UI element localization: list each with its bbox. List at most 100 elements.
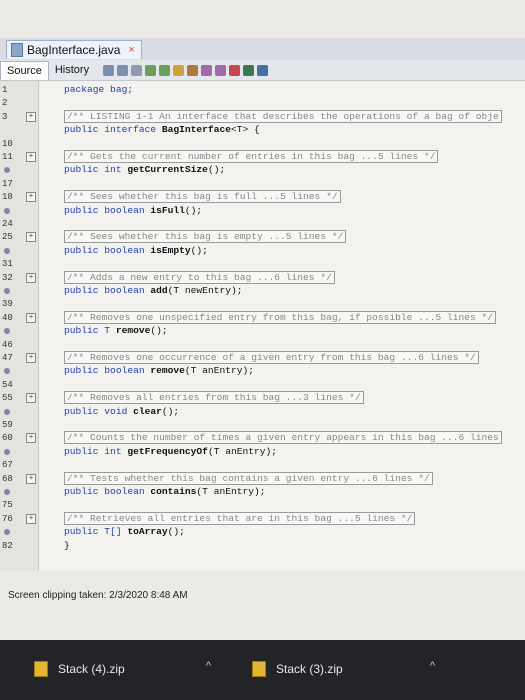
find-previous-icon[interactable] [145, 64, 157, 76]
code-token: public boolean [64, 486, 151, 497]
fold-toggle-icon[interactable]: + [26, 353, 36, 363]
code-line: public boolean remove(T anEntry); [0, 364, 525, 378]
line-number: 40 [2, 312, 13, 323]
back-icon[interactable] [103, 64, 115, 76]
line-number: 60 [2, 433, 13, 444]
implements-marker-icon [4, 288, 10, 294]
code-text: /** Removes one unspecified entry from t… [64, 310, 497, 325]
code-line: 40 + /** Removes one unspecified entry fro… [0, 310, 525, 325]
fold-toggle-icon[interactable]: + [26, 393, 36, 404]
code-token: (); [167, 526, 185, 538]
close-icon[interactable]: × [128, 44, 134, 56]
comment-icon[interactable] [257, 64, 269, 76]
clipping-caption: Screen clipping taken: 2/3/2020 8:48 AM [8, 590, 188, 601]
code-line: 39 [0, 297, 525, 311]
find-next-icon[interactable] [159, 64, 171, 76]
line-number: 18 [2, 192, 13, 203]
folded-comment[interactable]: /** Tests whether this bag contains a gi… [64, 471, 433, 485]
folded-comment[interactable]: /** Removes one unspecified entry from t… [64, 310, 497, 324]
code-line: public void clear(); [0, 405, 525, 419]
line-number: 55 [2, 393, 13, 404]
file-tab-title: BagInterface.java [27, 43, 121, 57]
line-number: 3 [2, 111, 8, 122]
code-line: 10 [0, 137, 525, 151]
tab-source[interactable]: Source [0, 60, 49, 80]
folded-comment[interactable]: /** Removes one occurrence of a given en… [64, 351, 479, 364]
folded-comment[interactable]: /** Counts the number of times a given e… [64, 431, 502, 445]
find-icon[interactable] [131, 64, 143, 76]
code-text: public int getFrequencyOf(T anEntry); [64, 445, 277, 459]
fold-toggle-icon[interactable]: + [26, 513, 36, 524]
line-number: 67 [2, 460, 13, 471]
implements-marker-icon [4, 207, 10, 214]
tab-history[interactable]: History [49, 61, 95, 79]
code-token: (); [207, 164, 226, 176]
fold-toggle-icon[interactable]: + [26, 473, 36, 484]
taskbar-item-label: Stack (3).zip [276, 662, 343, 676]
fold-toggle-icon[interactable]: + [26, 192, 36, 203]
chevron-up-icon[interactable]: ^ [206, 660, 211, 672]
code-token: (); [190, 244, 208, 256]
code-token: public boolean [64, 365, 151, 377]
implements-marker-icon [4, 489, 10, 495]
line-number: 24 [2, 219, 13, 229]
code-text: /** Sees whether this bag is empty ...5 … [64, 230, 347, 244]
code-text: public boolean isFull(); [64, 204, 202, 218]
code-line: 59 [0, 418, 525, 432]
forward-icon[interactable] [117, 64, 129, 76]
line-number: 1 [2, 85, 8, 95]
toolbar-icons [103, 64, 269, 76]
code-line: 2 [0, 96, 525, 110]
toggle-highlight-icon[interactable] [173, 64, 185, 76]
fold-toggle-icon[interactable]: + [26, 433, 36, 444]
code-token: public T [64, 325, 116, 337]
code-line: public boolean isFull(); [0, 204, 525, 218]
line-number: 59 [2, 420, 13, 430]
folded-comment[interactable]: /** Sees whether this bag is full ...5 l… [64, 190, 341, 204]
implements-marker-icon [4, 529, 10, 536]
code-line: public int getCurrentSize(); [0, 163, 525, 177]
chevron-up-icon[interactable]: ^ [430, 660, 435, 672]
code-token: public int [64, 164, 128, 176]
code-line: public T remove(); [0, 324, 525, 338]
editor-tab-bar: BagInterface.java × [0, 38, 525, 61]
bookmark-icon[interactable] [187, 64, 199, 76]
shift-left-icon[interactable] [201, 64, 213, 76]
code-line: 31 [0, 257, 525, 271]
code-token: (T anEntry); [184, 365, 254, 377]
taskbar-item-stack-4[interactable]: Stack (4).zip [34, 658, 125, 680]
screenshot-area: BagInterface.java × Source History 1 pack… [0, 0, 525, 640]
fold-toggle-icon[interactable]: + [26, 111, 36, 122]
folded-comment[interactable]: /** Adds a new entry to this bag ...6 li… [64, 270, 335, 284]
fold-toggle-icon[interactable]: + [26, 232, 36, 243]
code-token: package bag; [64, 84, 134, 95]
code-line: 82} [0, 539, 525, 553]
fold-toggle-icon[interactable]: + [26, 152, 36, 162]
folded-comment[interactable]: /** Retrieves all entries that are in th… [64, 511, 416, 525]
line-number: 39 [2, 299, 13, 310]
folded-comment[interactable]: /** Sees whether this bag is empty ...5 … [64, 230, 347, 244]
line-number: 11 [2, 152, 13, 162]
code-line: 55 + /** Removes all entries from this bag… [0, 391, 525, 405]
start-macro-icon[interactable] [229, 64, 241, 76]
folded-comment[interactable]: /** LISTING 1-1 An interface that descri… [64, 109, 502, 123]
code-editor[interactable]: 1 package bag; 2 3 + /** LISTING 1-1 An inter… [0, 81, 525, 571]
code-line: public T[] toArray(); [0, 525, 525, 539]
code-text: /** Gets the current number of entries i… [64, 150, 439, 164]
code-line: 17 [0, 177, 525, 191]
file-tab[interactable]: BagInterface.java × [6, 40, 142, 59]
code-token: public boolean [64, 204, 151, 216]
fold-toggle-icon[interactable]: + [26, 312, 36, 323]
code-token: add [150, 285, 168, 296]
shift-right-icon[interactable] [215, 64, 227, 76]
implements-marker-icon [4, 247, 10, 254]
code-token: (T anEntry); [207, 445, 278, 457]
implements-marker-icon [4, 408, 10, 415]
code-text: public boolean add(T newEntry); [64, 284, 242, 298]
folded-comment[interactable]: /** Removes all entries from this bag ..… [64, 391, 364, 405]
stop-macro-icon[interactable] [243, 64, 255, 76]
folded-comment[interactable]: /** Gets the current number of entries i… [64, 150, 439, 163]
fold-toggle-icon[interactable]: + [26, 272, 36, 283]
taskbar-item-stack-3[interactable]: Stack (3).zip [252, 658, 343, 680]
line-number: 17 [2, 178, 13, 189]
